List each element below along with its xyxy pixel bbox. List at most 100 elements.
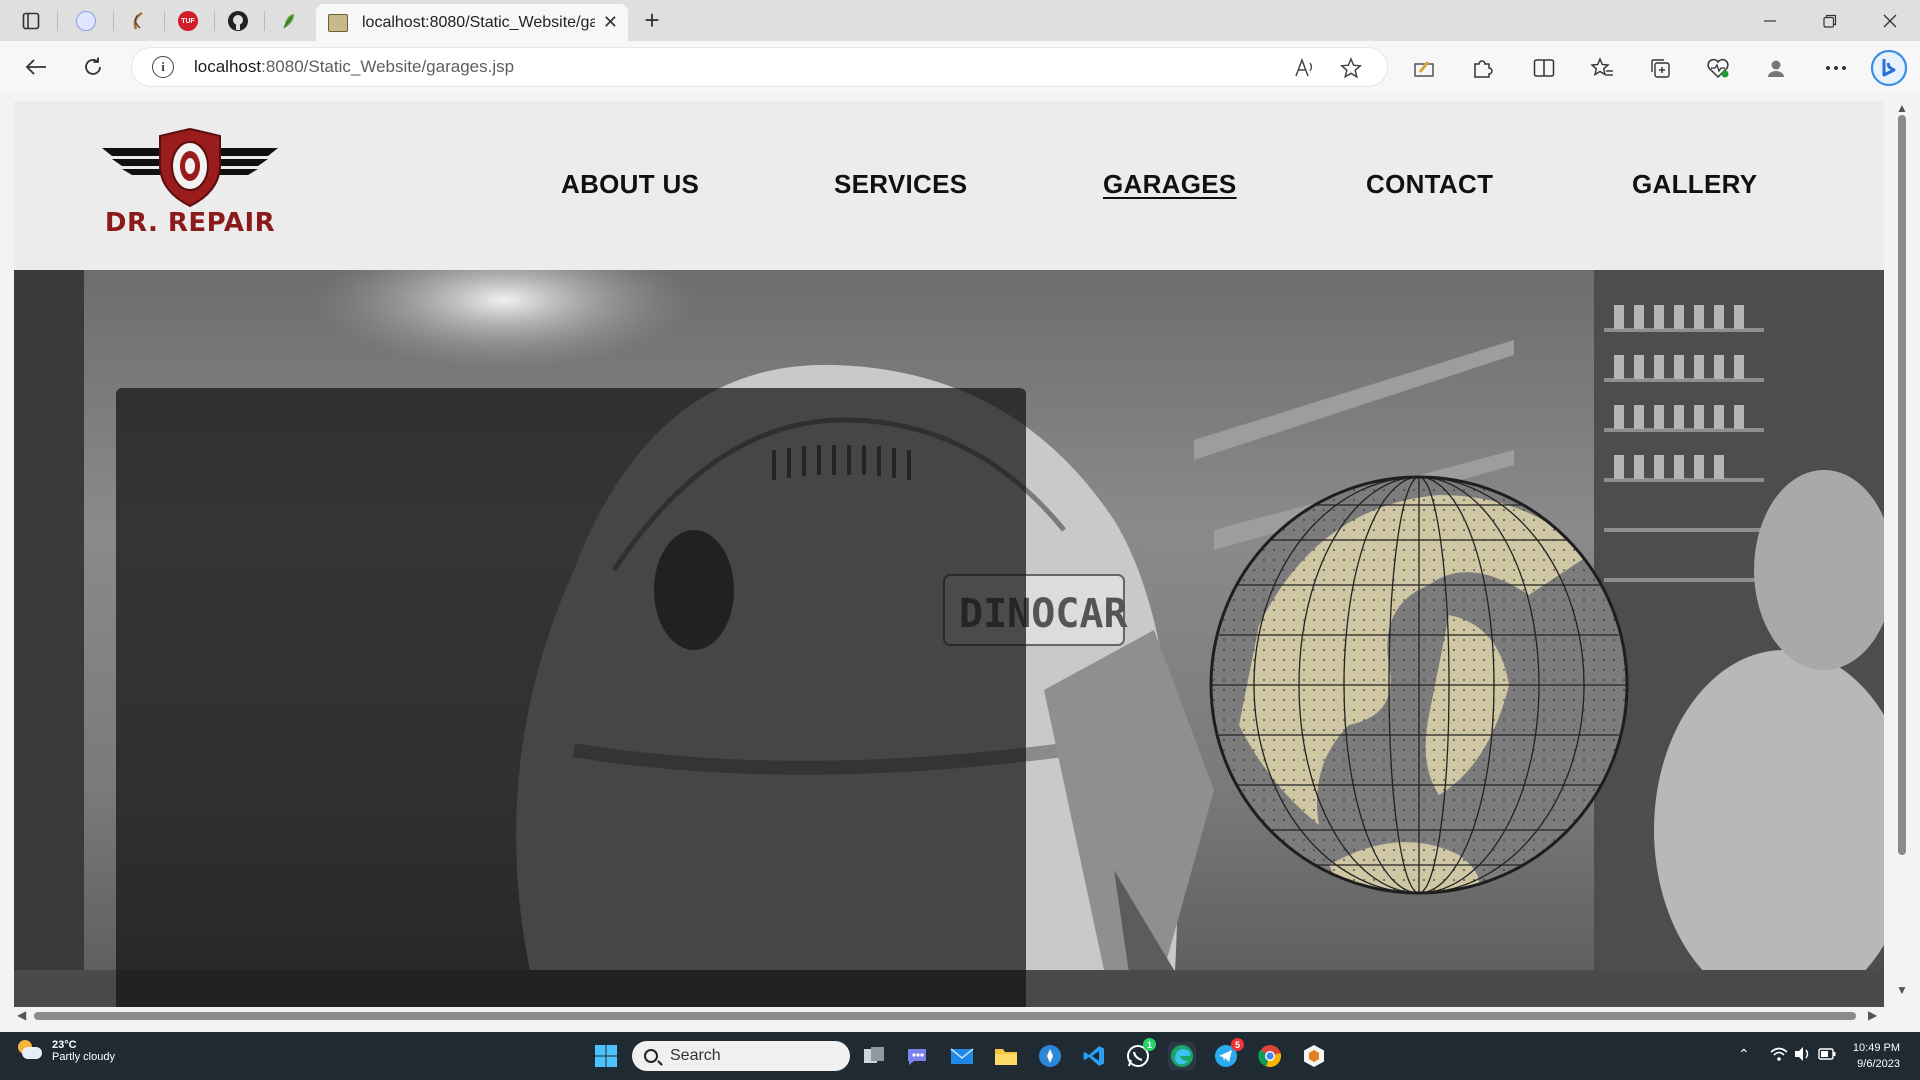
collections-button[interactable] — [1646, 54, 1674, 82]
nav-contact[interactable]: CONTACT — [1366, 169, 1493, 200]
refresh-button[interactable] — [75, 49, 111, 85]
pinned-tab-4[interactable] — [220, 6, 256, 36]
tab-actions-button[interactable] — [13, 6, 49, 36]
profile-button[interactable] — [1762, 54, 1790, 82]
vertical-scrollbar[interactable]: ▲ ▼ — [1884, 93, 1920, 1007]
scroll-down-icon[interactable]: ▼ — [1896, 983, 1908, 997]
tab-separator — [57, 11, 58, 31]
star-icon — [1340, 57, 1362, 79]
partly-cloudy-icon — [16, 1040, 42, 1062]
pinned-tab-3[interactable]: TUF — [170, 6, 206, 36]
favorites-button[interactable] — [1588, 54, 1616, 82]
edge-dev-button[interactable] — [1036, 1042, 1064, 1070]
favorite-button[interactable] — [1338, 56, 1364, 80]
site-header: DR. REPAIR ABOUT US SERVICES GARAGES CON… — [14, 101, 1884, 270]
url-path: :8080/Static_Website/garages.jsp — [261, 57, 515, 76]
task-view-icon — [864, 1047, 884, 1063]
close-window-button[interactable] — [1860, 0, 1920, 41]
tab-separator — [113, 11, 114, 31]
compass-icon — [1039, 1045, 1061, 1067]
page-viewport: DR. REPAIR ABOUT US SERVICES GARAGES CON… — [14, 101, 1884, 1007]
show-hidden-icons-button[interactable]: ⌃ — [1738, 1046, 1750, 1063]
globe-illustration-icon — [1209, 475, 1629, 895]
app-hexagon-button[interactable] — [1300, 1042, 1328, 1070]
extensions-button[interactable] — [1468, 54, 1496, 82]
tab-separator — [164, 11, 165, 31]
arrow-left-icon — [25, 59, 46, 75]
pinned-tab-1[interactable] — [68, 6, 104, 36]
site-logo[interactable]: DR. REPAIR — [100, 126, 280, 246]
back-button[interactable] — [18, 49, 54, 85]
tab-actions-icon — [22, 12, 40, 30]
chrome-button[interactable] — [1256, 1042, 1284, 1070]
vertical-scroll-thumb[interactable] — [1898, 115, 1906, 855]
tab-title: localhost:8080/Static_Website/garages.js… — [362, 13, 595, 31]
tab-close-button[interactable]: ✕ — [603, 12, 618, 33]
pencil-icon — [1414, 61, 1434, 77]
refresh-icon — [85, 57, 101, 75]
scroll-left-icon[interactable]: ◀ — [17, 1008, 26, 1022]
weather-widget[interactable]: 23°C Partly cloudy — [16, 1039, 115, 1063]
minimize-icon — [1764, 19, 1776, 22]
split-screen-button[interactable] — [1530, 54, 1558, 82]
nav-services[interactable]: SERVICES — [834, 169, 967, 200]
pinned-tab-5[interactable] — [270, 6, 306, 36]
site-favicon-icon — [328, 13, 348, 32]
edge-button[interactable] — [1168, 1042, 1196, 1070]
favorites-icon — [1590, 57, 1613, 76]
horizontal-scrollbar[interactable]: ◀ ▶ — [14, 1007, 1884, 1025]
feather-icon — [76, 11, 96, 31]
search-label: Search — [670, 1047, 721, 1064]
clock-time: 10:49 PM — [1852, 1042, 1900, 1054]
task-view-button[interactable] — [860, 1042, 888, 1070]
copilot-button[interactable] — [1870, 49, 1908, 87]
scroll-up-icon[interactable]: ▲ — [1896, 101, 1908, 115]
search-icon — [644, 1049, 658, 1063]
site-info-icon[interactable]: i — [152, 56, 174, 78]
hero-section: DINOCAR — [14, 270, 1884, 1007]
edit-extension-button[interactable] — [1410, 54, 1438, 82]
settings-menu-button[interactable] — [1822, 54, 1850, 82]
tuf-icon: TUF — [178, 11, 198, 31]
whatsapp-button[interactable]: 1 — [1124, 1038, 1156, 1070]
battery-icon[interactable] — [1818, 1047, 1836, 1064]
chrome-icon — [1258, 1045, 1281, 1068]
clock-date: 9/6/2023 — [1857, 1058, 1900, 1070]
pinned-tab-2[interactable] — [120, 6, 156, 36]
mail-button[interactable] — [948, 1042, 976, 1070]
nav-gallery[interactable]: GALLERY — [1632, 169, 1757, 200]
teams-chat-button[interactable] — [904, 1042, 932, 1070]
nav-garages[interactable]: GARAGES — [1103, 169, 1237, 200]
file-explorer-button[interactable] — [992, 1042, 1020, 1070]
browser-essentials-button[interactable] — [1704, 54, 1732, 82]
restore-button[interactable] — [1800, 0, 1860, 41]
weather-temperature: 23°C — [52, 1039, 77, 1051]
vscode-button[interactable] — [1080, 1042, 1108, 1070]
taskbar-search[interactable]: Search — [632, 1041, 850, 1071]
restore-icon — [1823, 14, 1837, 28]
volume-icon[interactable] — [1794, 1046, 1812, 1065]
wifi-icon[interactable] — [1770, 1046, 1788, 1065]
telegram-badge: 5 — [1231, 1038, 1244, 1051]
new-tab-button[interactable]: + — [636, 6, 668, 36]
address-bar[interactable]: i localhost:8080/Static_Website/garages.… — [131, 47, 1388, 87]
telegram-button[interactable]: 5 — [1212, 1038, 1244, 1070]
weather-description: Partly cloudy — [52, 1051, 115, 1063]
more-icon — [1826, 66, 1846, 70]
system-clock[interactable]: 10:49 PM 9/6/2023 — [1838, 1040, 1900, 1072]
read-aloud-button[interactable] — [1292, 56, 1318, 80]
close-icon — [1883, 14, 1897, 27]
tab-separator — [264, 11, 265, 31]
logo-emblem-icon — [102, 127, 278, 208]
heart-pulse-icon — [1707, 58, 1729, 79]
minimize-button[interactable] — [1740, 0, 1800, 41]
horizontal-scroll-thumb[interactable] — [34, 1012, 1856, 1020]
split-screen-icon — [1533, 59, 1555, 77]
nav-about-us[interactable]: ABOUT US — [561, 169, 699, 200]
scroll-right-icon[interactable]: ▶ — [1868, 1008, 1877, 1022]
logo-text: DR. REPAIR — [104, 208, 276, 238]
vscode-icon — [1083, 1046, 1104, 1066]
tab-active[interactable]: localhost:8080/Static_Website/garages.js… — [316, 4, 628, 41]
url-host: localhost — [194, 57, 262, 76]
start-button[interactable] — [592, 1042, 620, 1070]
